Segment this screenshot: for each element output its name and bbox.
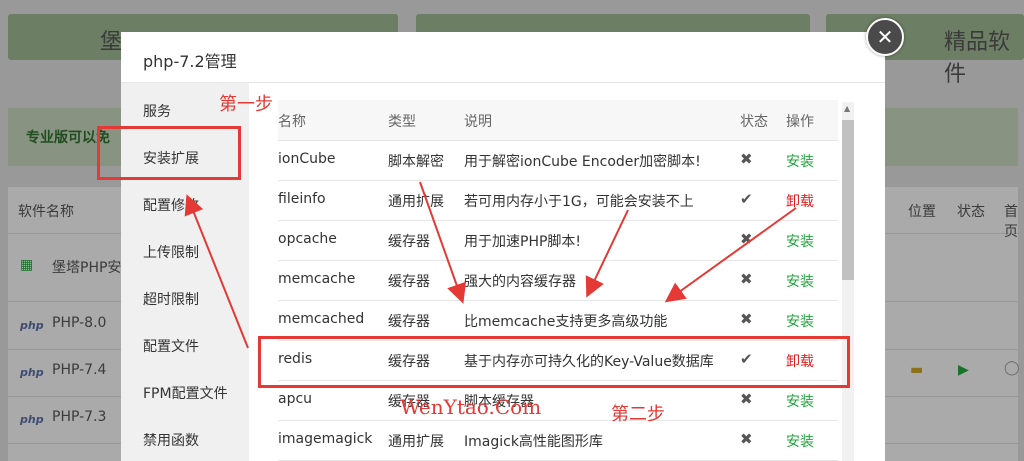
table-row: ionCube 脚本解密 用于解密ionCube Encoder加密脚本! ✖ 安装 [278,140,838,181]
extension-type: 通用扩展 [388,434,444,450]
install-button[interactable]: 安装 [786,271,814,291]
scrollbar[interactable]: ▲ [842,102,854,461]
table-row: fileinfo 通用扩展 若可用内存小于1G，可能会安装不上 ✔ 卸载 [278,180,838,221]
extension-name: apcu [278,391,313,407]
cross-icon: ✖ [740,270,753,288]
cross-icon: ✖ [740,150,753,168]
close-icon[interactable]: ✕ [866,18,904,56]
extension-name: memcache [278,271,356,287]
menu-item-config-edit[interactable]: 配置修改 [143,195,199,215]
menu-item-service[interactable]: 服务 [143,101,171,121]
table-row: opcache 缓存器 用于加速PHP脚本! ✖ 安装 [278,220,838,261]
modal-header: php-7.2管理 [121,32,885,83]
extension-type: 脚本解密 [388,154,444,170]
extension-type: 通用扩展 [388,194,444,210]
menu-item-fpm-config[interactable]: FPM配置文件 [143,383,228,403]
extension-type: 缓存器 [388,234,430,250]
table-row: memcached 缓存器 比memcache支持更多高级功能 ✖ 安装 [278,300,838,341]
watermark: WenYtao.Com [400,395,542,419]
menu-item-timeout-limit[interactable]: 超时限制 [143,289,199,309]
cross-icon: ✖ [740,430,753,448]
install-button[interactable]: 安装 [786,431,814,451]
table-header: 名称 类型 说明 状态 操作 [278,100,838,141]
table-row: memcache 缓存器 强大的内容缓存器 ✖ 安装 [278,260,838,301]
extension-name: opcache [278,231,337,247]
scrollbar-thumb[interactable] [842,120,854,280]
check-icon: ✔ [740,190,753,208]
extension-desc: 强大的内容缓存器 [464,274,576,290]
install-button[interactable]: 安装 [786,311,814,331]
uninstall-button[interactable]: 卸载 [786,191,814,211]
col-desc: 说明 [464,114,492,130]
extension-name: memcached [278,311,365,327]
menu-item-upload-limit[interactable]: 上传限制 [143,242,199,262]
modal-title: php-7.2管理 [143,52,237,71]
extension-desc: 用于解密ionCube Encoder加密脚本! [464,154,701,170]
scroll-up-icon[interactable]: ▲ [844,104,850,113]
col-status: 状态 [740,114,768,130]
extension-name: ionCube [278,151,336,167]
cross-icon: ✖ [740,390,753,408]
menu-item-config-file[interactable]: 配置文件 [143,336,199,356]
highlight-install-extension [97,126,241,180]
extension-desc: 若可用内存小于1G，可能会安装不上 [464,194,694,210]
highlight-redis-row [258,336,850,388]
menu-item-disabled-functions[interactable]: 禁用函数 [143,430,199,450]
table-row: imagemagick 通用扩展 Imagick高性能图形库 ✖ 安装 [278,420,838,461]
install-button[interactable]: 安装 [786,391,814,411]
col-type: 类型 [388,114,416,130]
col-action: 操作 [786,114,814,130]
extension-name: imagemagick [278,431,373,447]
install-button[interactable]: 安装 [786,151,814,171]
cross-icon: ✖ [740,310,753,328]
extension-desc: 用于加速PHP脚本! [464,234,582,250]
extension-name: fileinfo [278,191,326,207]
annotation-step2: 第二步 [611,404,665,425]
install-button[interactable]: 安装 [786,231,814,251]
col-name: 名称 [278,114,306,130]
extension-type: 缓存器 [388,314,430,330]
cross-icon: ✖ [740,230,753,248]
annotation-step1: 第一步 [219,94,273,115]
extension-desc: 比memcache支持更多高级功能 [464,314,668,330]
extension-type: 缓存器 [388,274,430,290]
extension-desc: Imagick高性能图形库 [464,434,603,450]
